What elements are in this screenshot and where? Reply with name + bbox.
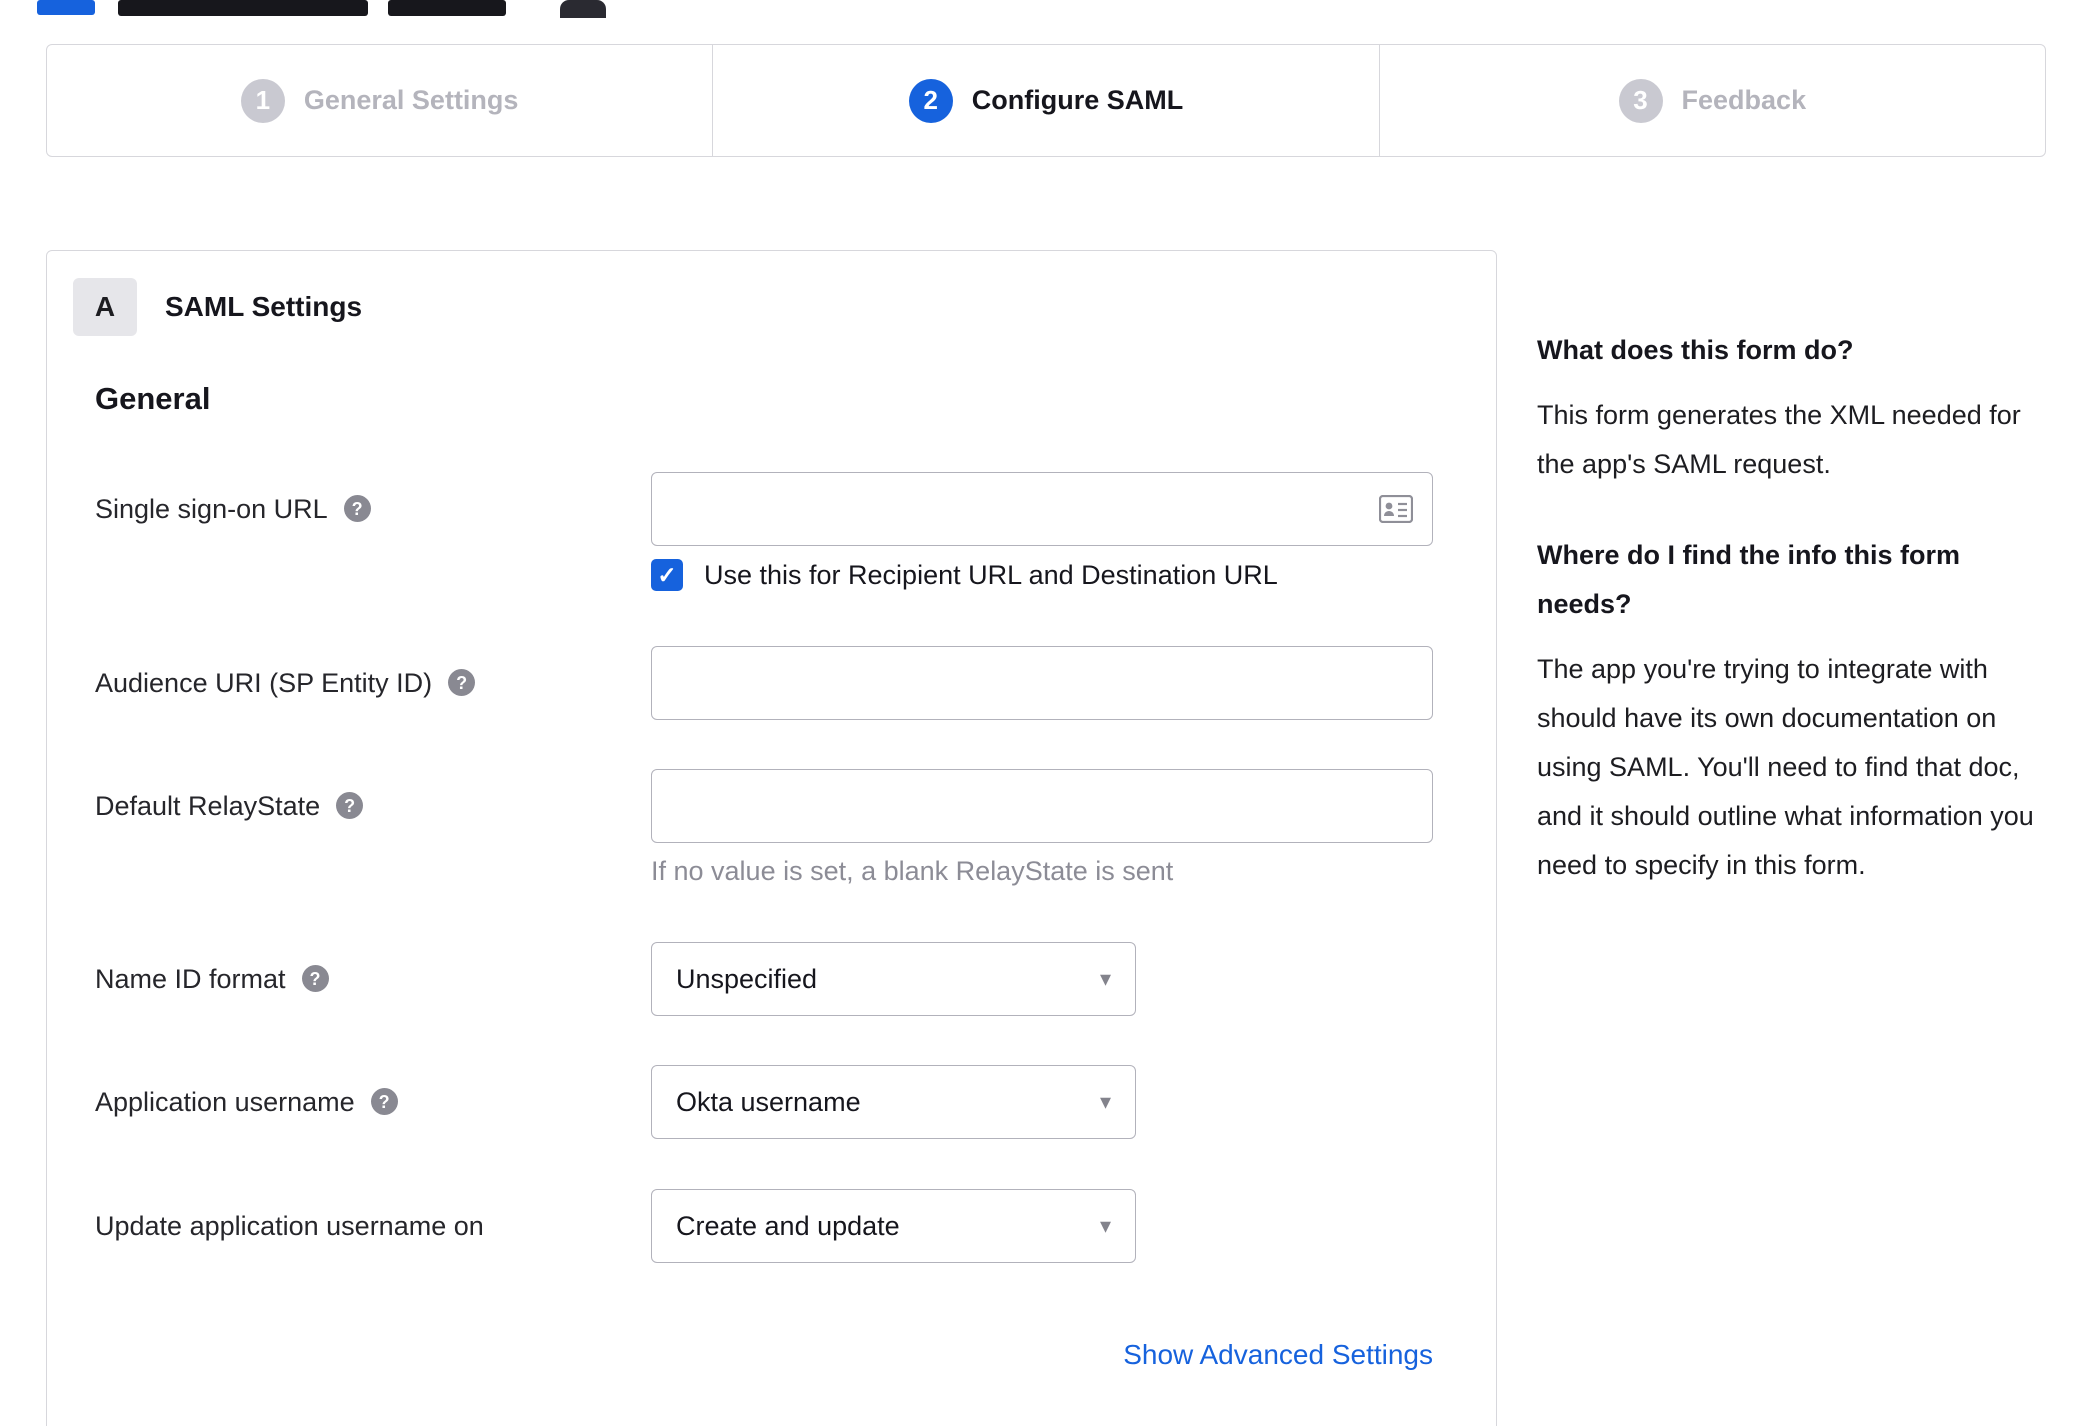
step-3-label: Feedback — [1681, 85, 1807, 115]
app-username-label: Application username? — [95, 1065, 651, 1139]
sso-url-label: Single sign-on URL? — [95, 472, 651, 591]
step-feedback[interactable]: 3 Feedback — [1378, 45, 2045, 156]
saml-settings-panel: A SAML Settings General Single sign-on U… — [46, 250, 1497, 1426]
sso-url-help-icon[interactable]: ? — [343, 495, 371, 523]
name-id-format-help-icon[interactable]: ? — [301, 965, 329, 993]
name-id-format-select[interactable]: Unspecified ▾ — [651, 942, 1136, 1016]
chevron-down-icon: ▾ — [1099, 1213, 1111, 1238]
sso-url-input[interactable] — [651, 472, 1433, 546]
section-title: SAML Settings — [165, 291, 363, 322]
relay-state-label: Default RelayState? — [95, 769, 651, 887]
chevron-down-icon: ▾ — [1099, 1089, 1111, 1114]
name-id-format-label: Name ID format? — [95, 942, 651, 1016]
contact-card-icon[interactable] — [1378, 494, 1414, 528]
relay-state-hint: If no value is set, a blank RelayState i… — [651, 856, 1174, 886]
use-for-recipient-checkbox-label: Use this for Recipient URL and Destinati… — [704, 559, 1278, 590]
audience-uri-help-icon[interactable]: ? — [448, 669, 476, 697]
general-group-heading: General — [95, 381, 211, 416]
use-for-recipient-checkbox[interactable]: ✓ — [651, 559, 683, 591]
relay-state-help-icon[interactable]: ? — [336, 792, 364, 820]
audience-uri-input[interactable] — [651, 646, 1433, 720]
step-2-number-badge: 2 — [908, 78, 953, 123]
show-advanced-settings-link[interactable]: Show Advanced Settings — [651, 1339, 1433, 1371]
app-username-select[interactable]: Okta username ▾ — [651, 1065, 1136, 1139]
step-3-number-badge: 3 — [1618, 78, 1663, 123]
clipped-app-title-accent — [37, 0, 95, 15]
clipped-app-header — [0, 0, 2092, 18]
clipped-app-logo-icon — [560, 0, 606, 18]
help-heading-1: What does this form do? — [1537, 335, 1854, 365]
update-username-select[interactable]: Create and update ▾ — [651, 1189, 1136, 1263]
step-2-label: Configure SAML — [971, 85, 1184, 115]
section-a-badge: A — [73, 278, 137, 336]
step-general-settings[interactable]: 1 General Settings — [47, 45, 712, 156]
help-body-2: The app you're trying to integrate with … — [1537, 654, 2034, 880]
clipped-app-title-text-2 — [388, 0, 506, 16]
audience-uri-label: Audience URI (SP Entity ID)? — [95, 646, 651, 720]
app-username-help-icon[interactable]: ? — [370, 1088, 398, 1116]
step-1-label: General Settings — [303, 85, 519, 115]
relay-state-input[interactable] — [651, 769, 1433, 843]
step-configure-saml[interactable]: 2 Configure SAML — [712, 45, 1378, 156]
help-body-1: This form generates the XML needed for t… — [1537, 400, 2021, 479]
clipped-app-title-text — [118, 0, 368, 16]
help-panel: What does this form do? This form genera… — [1537, 326, 2042, 932]
help-heading-2: Where do I find the info this form needs… — [1537, 540, 1960, 619]
update-username-label: Update application username on — [95, 1211, 484, 1241]
wizard-stepper: 1 General Settings 2 Configure SAML 3 Fe… — [46, 44, 2046, 157]
chevron-down-icon: ▾ — [1099, 966, 1111, 991]
step-1-number-badge: 1 — [240, 78, 285, 123]
